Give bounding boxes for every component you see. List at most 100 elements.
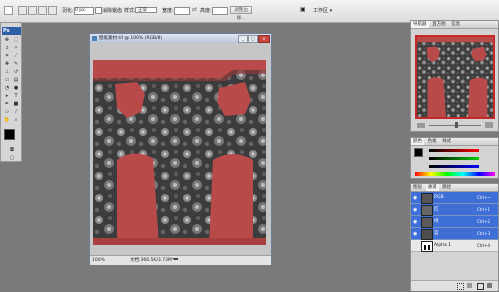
marquee-tool-icon[interactable] bbox=[4, 6, 13, 15]
channel-row-red[interactable]: ◉ 红 Ctrl+1 bbox=[411, 204, 498, 216]
shape-tool-icon[interactable]: ■ bbox=[12, 101, 20, 108]
marquee-tool-icon[interactable]: ⬚ bbox=[12, 37, 20, 44]
visibility-eye-icon[interactable]: ◉ bbox=[413, 195, 417, 201]
channel-shortcut: Ctrl+1 bbox=[477, 207, 491, 212]
magic-wand-icon[interactable]: ✧ bbox=[12, 45, 20, 52]
navigator-tabs: 导航器 直方图 信息 bbox=[411, 21, 498, 29]
zoom-level[interactable]: 100% bbox=[92, 257, 105, 264]
red-slider[interactable] bbox=[429, 149, 479, 152]
clone-stamp-icon[interactable]: ⊥ bbox=[3, 69, 11, 76]
channel-shortcut: Ctrl+2 bbox=[477, 219, 491, 224]
color-panel: 颜色 色板 样式 bbox=[410, 137, 499, 179]
palette-well-icon[interactable]: ▣ bbox=[300, 6, 306, 13]
path-selection-icon[interactable]: ▸ bbox=[3, 93, 11, 100]
maximize-button[interactable]: □ bbox=[248, 35, 258, 43]
antialias-checkbox[interactable] bbox=[95, 7, 102, 14]
antialias-label: 消除锯齿 bbox=[102, 8, 123, 14]
channel-shortcut: Ctrl+~ bbox=[477, 195, 491, 200]
height-label: 高度: bbox=[200, 8, 212, 14]
tab-styles[interactable]: 样式 bbox=[440, 138, 453, 145]
height-input[interactable] bbox=[212, 7, 228, 15]
document-titlebar[interactable]: 壁纸素材.tif @ 100% (RGB/8) _ □ ✕ bbox=[90, 34, 271, 43]
eraser-tool-icon[interactable]: ▭ bbox=[3, 77, 11, 84]
foreground-color-swatch[interactable] bbox=[4, 129, 15, 140]
new-channel-icon[interactable] bbox=[477, 283, 484, 290]
zoom-in-icon[interactable] bbox=[485, 122, 493, 128]
hand-tool-icon[interactable]: ✋ bbox=[3, 117, 11, 124]
toolbox: Ps ✥ ⬚ ↄ ✧ ⌗ ⟋ ✚ ✎ ⊥ ↺ ▭ ▤ ◔ ● ▸ T ✒ ■ ▱… bbox=[0, 22, 22, 162]
channel-thumbnail bbox=[421, 193, 433, 204]
channel-row-blue[interactable]: ◉ 蓝 Ctrl+3 bbox=[411, 228, 498, 240]
document-statusbar: 100% 文档:366.5K/3.73M bbox=[90, 255, 271, 265]
dodge-tool-icon[interactable]: ● bbox=[12, 85, 20, 92]
type-tool-icon[interactable]: T bbox=[12, 93, 20, 100]
slice-tool-icon[interactable]: ⟋ bbox=[12, 53, 20, 60]
style-select[interactable]: 正常 bbox=[135, 7, 157, 13]
channel-row-green[interactable]: ◉ 绿 Ctrl+2 bbox=[411, 216, 498, 228]
style-label: 样式: bbox=[124, 8, 136, 14]
feather-label: 羽化: bbox=[62, 8, 74, 14]
tab-swatches[interactable]: 色板 bbox=[426, 138, 439, 145]
channels-footer bbox=[411, 280, 498, 291]
tab-color[interactable]: 颜色 bbox=[411, 138, 424, 145]
pen-tool-icon[interactable]: ✒ bbox=[3, 101, 11, 108]
feather-input[interactable]: 0 px bbox=[74, 7, 94, 15]
tab-navigator[interactable]: 导航器 bbox=[411, 21, 429, 28]
zoom-out-icon[interactable] bbox=[417, 123, 425, 128]
channel-thumbnail bbox=[421, 205, 433, 216]
workspace-menu[interactable]: 工作区 ▾ bbox=[313, 7, 332, 14]
status-menu-icon[interactable] bbox=[172, 258, 178, 264]
color-ramp[interactable] bbox=[415, 172, 495, 176]
minimize-button[interactable]: _ bbox=[238, 35, 248, 43]
foreground-swatch[interactable] bbox=[414, 148, 423, 157]
swap-icon[interactable]: ⇄ bbox=[192, 6, 197, 13]
green-slider[interactable] bbox=[429, 157, 479, 160]
tab-histogram[interactable]: 直方图 bbox=[430, 21, 448, 28]
screen-mode-icon[interactable]: ▢ bbox=[8, 155, 16, 162]
quick-mask-icon[interactable]: ◘ bbox=[8, 147, 16, 154]
canvas-artwork bbox=[93, 60, 266, 245]
channel-shortcut: Ctrl+4 bbox=[477, 243, 491, 248]
channel-name: 红 bbox=[434, 207, 439, 212]
tab-info[interactable]: 信息 bbox=[449, 21, 462, 28]
channel-row-rgb[interactable]: ◉ RGB Ctrl+~ bbox=[411, 192, 498, 204]
lasso-tool-icon[interactable]: ↄ bbox=[3, 45, 11, 52]
zoom-slider-handle[interactable] bbox=[455, 122, 458, 128]
gradient-tool-icon[interactable]: ▤ bbox=[12, 77, 20, 84]
blur-tool-icon[interactable]: ◔ bbox=[3, 85, 11, 92]
history-brush-icon[interactable]: ↺ bbox=[12, 69, 20, 76]
healing-brush-icon[interactable]: ✚ bbox=[3, 61, 11, 68]
image-canvas[interactable] bbox=[93, 60, 266, 245]
tab-paths[interactable]: 路径 bbox=[440, 184, 453, 191]
document-window: 壁纸素材.tif @ 100% (RGB/8) _ □ ✕ 100% 文档:36… bbox=[89, 33, 272, 265]
document-title: 壁纸素材.tif @ 100% (RGB/8) bbox=[99, 36, 163, 41]
subtract-selection-icon[interactable] bbox=[38, 6, 47, 15]
close-button[interactable]: ✕ bbox=[258, 35, 270, 43]
channel-shortcut: Ctrl+3 bbox=[477, 231, 491, 236]
visibility-eye-icon[interactable]: ◉ bbox=[413, 207, 417, 213]
blue-slider[interactable] bbox=[429, 165, 479, 168]
zoom-tool-icon[interactable]: ⌕ bbox=[12, 117, 20, 124]
refine-edge-button[interactable]: 调整边缘... bbox=[230, 6, 252, 21]
document-size-status: 文档:366.5K/3.73M bbox=[130, 258, 172, 263]
alpha-mask-shape bbox=[428, 245, 430, 250]
delete-channel-icon[interactable] bbox=[487, 283, 492, 288]
tab-channels[interactable]: 通道 bbox=[425, 184, 439, 191]
width-input[interactable] bbox=[174, 7, 190, 15]
notes-tool-icon[interactable]: ▱ bbox=[3, 109, 11, 116]
move-tool-icon[interactable]: ✥ bbox=[3, 37, 11, 44]
visibility-eye-icon[interactable]: ◉ bbox=[413, 219, 417, 225]
tab-layers[interactable]: 图层 bbox=[411, 184, 424, 191]
new-selection-icon[interactable] bbox=[18, 6, 27, 15]
add-selection-icon[interactable] bbox=[28, 6, 37, 15]
channel-row-alpha[interactable]: Alpha 1 Ctrl+4 bbox=[411, 240, 498, 252]
eyedropper-icon[interactable]: ⁄ bbox=[12, 109, 20, 116]
save-selection-icon[interactable] bbox=[467, 283, 472, 288]
navigator-thumbnail[interactable] bbox=[415, 35, 495, 119]
intersect-selection-icon[interactable] bbox=[48, 6, 57, 15]
crop-tool-icon[interactable]: ⌗ bbox=[3, 53, 11, 60]
brush-tool-icon[interactable]: ✎ bbox=[12, 61, 20, 68]
channel-name: 蓝 bbox=[434, 231, 439, 236]
visibility-eye-icon[interactable]: ◉ bbox=[413, 231, 417, 237]
load-selection-icon[interactable] bbox=[457, 283, 464, 290]
